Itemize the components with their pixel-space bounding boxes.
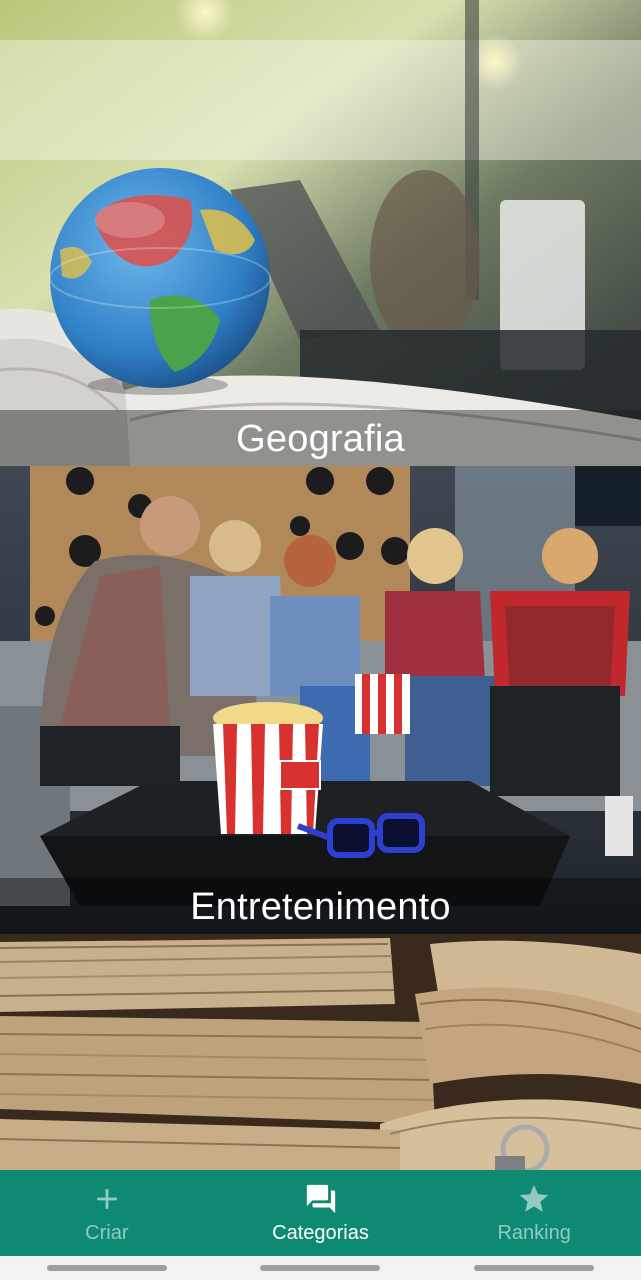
nav-label: Categorias <box>272 1221 369 1244</box>
category-title: Entretenimento <box>0 878 641 934</box>
nav-label: Criar <box>85 1221 129 1244</box>
chat-bubbles-icon <box>306 1184 335 1213</box>
gesture-handle[interactable] <box>474 1265 595 1271</box>
globe-on-book-photo <box>0 0 641 466</box>
friends-with-popcorn-photo <box>0 466 641 934</box>
category-card-geografia[interactable]: Geografia <box>0 0 641 466</box>
plus-icon <box>96 1188 117 1209</box>
bottom-navigation: Criar Categorias Ranking <box>0 1170 641 1256</box>
nav-label: Ranking <box>497 1221 571 1244</box>
gesture-handle[interactable] <box>46 1265 167 1271</box>
old-books-photo <box>0 934 641 1170</box>
category-card-books[interactable] <box>0 934 641 1170</box>
category-title: Geografia <box>0 410 641 466</box>
star-icon <box>520 1184 549 1212</box>
nav-item-categorias[interactable]: Categorias <box>214 1170 428 1256</box>
nav-item-ranking[interactable]: Ranking <box>427 1170 641 1256</box>
gesture-handle[interactable] <box>260 1265 381 1271</box>
nav-item-criar[interactable]: Criar <box>0 1170 214 1256</box>
system-navigation-bar <box>0 1256 641 1280</box>
category-card-entretenimento[interactable]: Entretenimento <box>0 466 641 934</box>
category-list: Geografia Entretenimento <box>0 0 641 1170</box>
